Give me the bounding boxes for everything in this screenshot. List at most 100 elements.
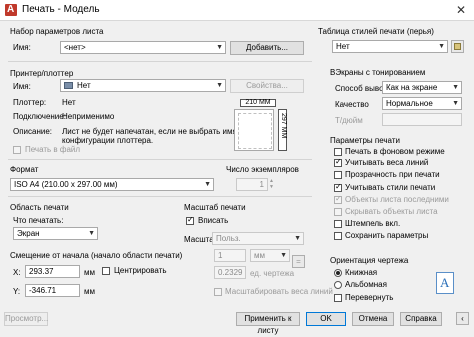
chevron-down-icon: ▼	[452, 84, 459, 91]
chevron-down-icon: ▼	[280, 252, 287, 259]
printer-name-label: Имя:	[13, 82, 31, 91]
orientation-page-icon: A	[436, 272, 454, 294]
fit-to-paper-checkbox[interactable]	[186, 215, 194, 225]
option-transparency-checkbox[interactable]	[334, 171, 342, 179]
preview-sheet	[234, 109, 274, 151]
scale-lineweights-checkbox[interactable]	[214, 288, 222, 296]
autocad-logo-icon	[5, 4, 17, 16]
orientation-portrait-radio[interactable]	[334, 269, 342, 277]
plot-style-table-select[interactable]: Нет ▼	[332, 40, 448, 53]
spinner-down-icon[interactable]: ▼	[269, 184, 277, 190]
center-plot-checkbox[interactable]	[102, 267, 110, 275]
scale-select[interactable]: Польз. ▼	[212, 232, 304, 245]
scale-units-select[interactable]: мм ▼	[250, 249, 290, 262]
plot-scale-group-label: Масштаб печати	[184, 203, 246, 212]
dpi-label: Т/дюйм	[335, 116, 363, 125]
print-to-file-checkbox[interactable]	[13, 146, 21, 154]
option-plot-stamp-checkbox[interactable]	[334, 220, 342, 228]
preview-printable-area	[238, 113, 272, 149]
offset-x-unit: мм	[84, 268, 95, 277]
page-setup-name-value: <нет>	[64, 43, 86, 52]
preview-height-bar: 297 ММ	[278, 109, 287, 151]
add-page-setup-button[interactable]: Добавить...	[230, 41, 304, 55]
print-to-file-label: Печать в файл	[25, 145, 81, 154]
dpi-input[interactable]	[382, 113, 462, 126]
separator	[8, 196, 312, 197]
printer-name-select[interactable]: Нет ▼	[60, 79, 226, 92]
plotter-value: Нет	[62, 98, 76, 107]
option-background-plot-checkbox[interactable]	[334, 148, 342, 156]
option-paperspace-last-checkbox[interactable]	[334, 194, 342, 204]
offset-x-label: X:	[13, 268, 21, 277]
apply-to-layout-button[interactable]: Применить к листу	[236, 312, 300, 335]
ok-button[interactable]: OK	[306, 312, 346, 326]
option-lineweights-label: Учитывать веса линий	[345, 158, 429, 167]
help-button[interactable]: Справка	[400, 312, 442, 326]
plot-what-value: Экран	[17, 229, 40, 238]
option-plot-stamp-label: Штемпель вкл.	[345, 219, 401, 228]
offset-y-input[interactable]: -346.71	[25, 284, 80, 297]
chevron-down-icon: ▼	[88, 230, 95, 237]
orientation-landscape-label: Альбомная	[345, 280, 387, 289]
preview-height-label: 297 ММ	[280, 113, 287, 139]
plot-style-table-group-label: Таблица стилей печати (перья)	[318, 27, 434, 36]
chevron-down-icon: ▼	[204, 181, 211, 188]
orientation-group-label: Ориентация чертежа	[330, 256, 409, 265]
description-line-2: конфигурации плоттера.	[62, 136, 154, 145]
location-value: Неприменимо	[62, 112, 115, 121]
scale-paper-units-input[interactable]: 1	[214, 249, 246, 262]
page-setup-name-select[interactable]: <нет> ▼	[60, 41, 226, 54]
chevron-down-icon: ▼	[438, 43, 445, 50]
option-save-changes-checkbox[interactable]	[334, 232, 342, 240]
collapse-options-icon[interactable]: ‹	[456, 312, 469, 325]
preview-button[interactable]: Просмотр...	[4, 312, 48, 326]
orientation-portrait-label: Книжная	[345, 268, 378, 277]
title-bar: Печать - Модель ✕	[0, 0, 474, 21]
quality-value: Нормальное	[386, 99, 433, 108]
copies-spinner[interactable]: ▲ ▼	[269, 178, 277, 191]
paper-preview: 210 ММ 297 ММ	[228, 97, 306, 153]
option-background-plot-label: Печать в фоновом режиме	[345, 147, 445, 156]
orientation-letter: A	[440, 275, 450, 290]
copies-value: 1	[259, 180, 264, 189]
close-icon[interactable]: ✕	[452, 2, 470, 18]
printer-name-value: Нет	[77, 81, 91, 90]
printer-properties-button[interactable]: Свойства...	[230, 79, 304, 93]
scale-link-icon[interactable]: =	[292, 255, 305, 268]
scale-drawing-units-value: 0.2329	[218, 268, 243, 277]
copies-label: Число экземпляров	[226, 165, 299, 174]
option-hide-paperspace-label: Скрывать объекты листа	[345, 207, 438, 216]
orientation-upside-down-label: Перевернуть	[345, 293, 394, 302]
shade-plot-select[interactable]: Как на экране ▼	[382, 81, 462, 94]
offset-group-label: Смещение от начала (начало области печат…	[10, 251, 183, 260]
chevron-down-icon: ▼	[216, 44, 223, 51]
separator	[8, 61, 312, 62]
option-lineweights-checkbox[interactable]	[334, 157, 342, 167]
option-save-changes-label: Сохранить параметры	[345, 231, 429, 240]
edit-style-table-icon[interactable]	[451, 40, 464, 53]
offset-x-input[interactable]: 293.37	[25, 265, 80, 278]
separator	[8, 159, 312, 160]
description-label: Описание:	[13, 127, 53, 136]
printer-group-label: Принтер/плоттер	[10, 69, 74, 78]
quality-label: Качество	[335, 100, 369, 109]
orientation-landscape-radio[interactable]	[334, 281, 342, 289]
orientation-upside-down-checkbox[interactable]	[334, 294, 342, 302]
quality-select[interactable]: Нормальное ▼	[382, 97, 462, 110]
plot-what-label: Что печатать:	[13, 216, 64, 225]
plot-area-group-label: Область печати	[10, 203, 69, 212]
paper-size-group-label: Формат	[10, 165, 39, 174]
option-hide-paperspace-checkbox[interactable]	[334, 208, 342, 216]
chevron-down-icon: ▼	[294, 235, 301, 242]
plot-what-select[interactable]: Экран ▼	[13, 227, 98, 240]
cancel-button[interactable]: Отмена	[352, 312, 394, 326]
description-line-1: Лист не будет напечатан, если не выбрать…	[62, 127, 237, 136]
copies-input[interactable]: 1	[236, 178, 268, 191]
paper-size-select[interactable]: ISO A4 (210.00 x 297.00 мм) ▼	[10, 178, 214, 191]
scale-drawing-units-input[interactable]: 0.2329	[214, 266, 246, 279]
page-setup-name-label: Имя:	[13, 43, 31, 52]
option-paperspace-last-label: Объекты листа последними	[345, 195, 449, 204]
offset-y-unit: мм	[84, 287, 95, 296]
option-plot-styles-checkbox[interactable]	[334, 182, 342, 192]
fit-to-paper-label: Вписать	[198, 216, 229, 225]
